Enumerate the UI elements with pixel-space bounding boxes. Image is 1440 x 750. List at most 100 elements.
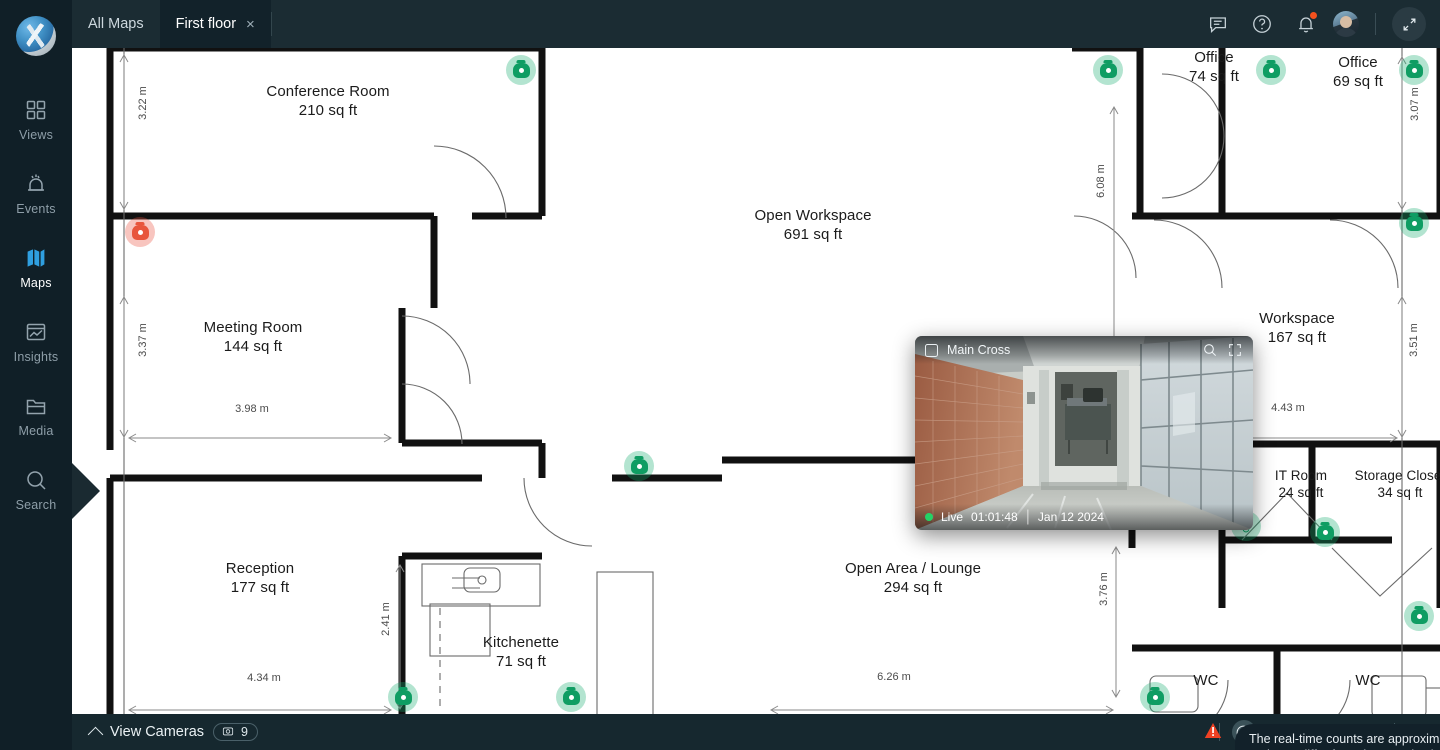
room-name: Kitchenette xyxy=(482,634,560,651)
sidebar-items: Views Events Maps Insights Media Search xyxy=(0,88,72,532)
camera-marker[interactable] xyxy=(1310,517,1340,547)
topbar-actions xyxy=(1201,0,1440,48)
camera-preview-status: Live 01:01:48 | Jan 12 2024 xyxy=(915,504,1253,530)
camera-lens-dot xyxy=(568,694,574,700)
camera-marker[interactable] xyxy=(1093,55,1123,85)
search-icon xyxy=(1204,344,1217,357)
camera-pin-icon xyxy=(1262,62,1280,78)
camera-lens-dot xyxy=(1411,67,1417,73)
sidebar-item-events[interactable]: Events xyxy=(0,162,72,224)
camera-marker[interactable] xyxy=(624,451,654,481)
sidebar-item-label-maps: Maps xyxy=(20,276,52,290)
chevron-up-icon xyxy=(87,726,104,742)
dimension-label: 3.76 m xyxy=(1098,572,1110,606)
room-label: Conference Room 210 sq ft xyxy=(266,82,389,120)
room-label: Reception 177 sq ft xyxy=(226,559,294,597)
room-area: 69 sq ft xyxy=(1333,73,1383,90)
sidebar-item-label-media: Media xyxy=(18,424,54,438)
sidebar-item-insights[interactable]: Insights xyxy=(0,310,72,372)
notifications-button[interactable] xyxy=(1289,7,1323,41)
camera-preview-header: Main Cross xyxy=(915,336,1253,364)
camera-marker[interactable] xyxy=(388,682,418,712)
camera-pin-icon xyxy=(512,62,530,78)
camera-search-button[interactable] xyxy=(1202,342,1218,358)
camera-marker[interactable] xyxy=(1256,55,1286,85)
close-icon[interactable]: × xyxy=(246,17,255,32)
room-name: Conference Room xyxy=(266,83,390,100)
chat-button[interactable] xyxy=(1201,7,1235,41)
expand-icon xyxy=(1403,18,1415,30)
camera-name: Main Cross xyxy=(947,343,1011,357)
dimension-label: 6.08 m xyxy=(1095,164,1107,198)
wc-label: WC xyxy=(1355,672,1381,689)
dimension-label: 3.22 m xyxy=(137,86,149,120)
camera-marker[interactable] xyxy=(506,55,536,85)
room-area: 71 sq ft xyxy=(496,653,546,670)
help-icon xyxy=(1253,15,1271,33)
map-icon xyxy=(27,249,45,267)
folder-icon xyxy=(26,399,46,415)
room-area: 144 sq ft xyxy=(223,338,283,355)
map-canvas[interactable]: Conference Room 210 sq ft Meeting Room 144 … xyxy=(72,48,1440,750)
help-button[interactable] xyxy=(1245,7,1279,41)
alarm-icon xyxy=(28,174,44,191)
dimension-label: 2.41 m xyxy=(380,602,392,636)
status-separator: | xyxy=(1025,508,1030,525)
wc-label: WC xyxy=(1193,672,1219,689)
warning-triangle-icon xyxy=(1204,723,1222,738)
avatar[interactable] xyxy=(1333,11,1359,37)
tab-all-maps[interactable]: All Maps xyxy=(72,0,160,48)
room-name: Reception xyxy=(225,560,295,577)
sidebar-item-label-views: Views xyxy=(18,128,54,142)
room-name: Meeting Room xyxy=(203,319,303,336)
camera-marker[interactable] xyxy=(556,682,586,712)
live-timestamp: 01:01:48 xyxy=(971,510,1018,524)
sidebar-item-label-insights: Insights xyxy=(13,350,59,364)
dimension-label: 3.37 m xyxy=(137,323,149,357)
tab-first-floor[interactable]: First floor × xyxy=(159,0,271,48)
fullscreen-button[interactable] xyxy=(1392,7,1426,41)
dimension-label: 4.34 m xyxy=(247,672,281,684)
camera-select-checkbox[interactable] xyxy=(925,343,938,357)
view-cameras-button[interactable]: View Cameras 9 xyxy=(87,723,258,742)
divider xyxy=(1375,13,1376,35)
room-name: Open Workspace xyxy=(754,207,872,224)
app-logo[interactable] xyxy=(16,16,56,56)
view-cameras-label: View Cameras xyxy=(110,724,205,740)
camera-pin-icon xyxy=(1405,215,1423,231)
camera-fullscreen-button[interactable] xyxy=(1227,342,1243,358)
room-area: 167 sq ft xyxy=(1267,329,1327,346)
camera-marker[interactable] xyxy=(1399,208,1429,238)
counts-tooltip: The real-time counts are approximations … xyxy=(1235,724,1440,750)
camera-marker[interactable] xyxy=(1404,601,1434,631)
tab-label-first-floor: First floor xyxy=(175,16,237,32)
room-name: Workspace xyxy=(1259,310,1335,327)
sidebar-item-views[interactable]: Views xyxy=(0,88,72,150)
room-area: 210 sq ft xyxy=(298,102,358,119)
camera-pin-icon xyxy=(131,224,149,240)
room-area: 74 sq ft xyxy=(1189,68,1239,85)
camera-pin-icon xyxy=(394,689,412,705)
room-label: Open Workspace 691 sq ft xyxy=(754,206,871,244)
room-label: Kitchenette 71 sq ft xyxy=(483,633,559,671)
camera-marker[interactable] xyxy=(1399,55,1429,85)
camera-lens-dot xyxy=(1105,67,1111,73)
room-area: 691 sq ft xyxy=(783,226,843,243)
grid-icon xyxy=(26,100,46,120)
room-area: 24 sq ft xyxy=(1278,485,1324,500)
search-icon xyxy=(27,471,46,490)
camera-marker[interactable] xyxy=(1140,682,1170,712)
camera-pin-icon xyxy=(1410,608,1428,624)
camera-pin-icon xyxy=(1405,62,1423,78)
sidebar-item-maps[interactable]: Maps xyxy=(0,236,72,298)
sidebar-item-media[interactable]: Media xyxy=(0,384,72,446)
dimension-label: 3.98 m xyxy=(235,403,269,415)
camera-marker[interactable] xyxy=(125,217,155,247)
room-label: Office 69 sq ft xyxy=(1333,53,1383,91)
sidebar-item-search[interactable]: Search xyxy=(0,458,72,520)
dimension-label: 3.51 m xyxy=(1408,323,1420,357)
live-label: Live xyxy=(941,510,964,524)
dimension-label: 3.07 m xyxy=(1409,87,1421,121)
camera-preview-popup[interactable]: Main Cross Live 01:01:48 | Jan 12 2024 xyxy=(915,336,1253,530)
